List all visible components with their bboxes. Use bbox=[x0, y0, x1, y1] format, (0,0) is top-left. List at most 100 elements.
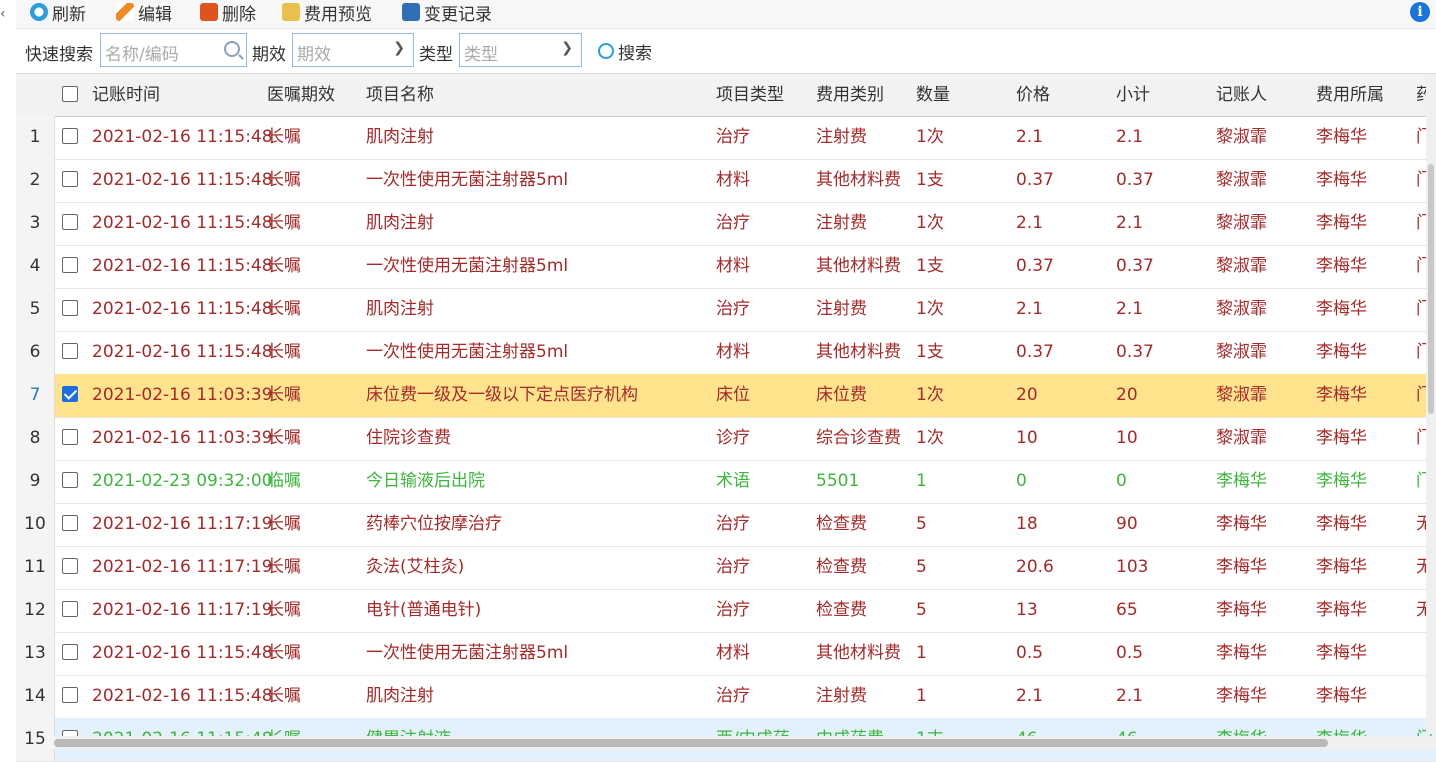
cell-time: 2021-02-16 11:15:48 bbox=[92, 686, 273, 706]
column-header[interactable]: 医嘱期效 bbox=[267, 74, 335, 116]
table-row[interactable]: 6 2021-02-16 11:15:48 长嘱 一次性使用无菌注射器5ml 材料 其他材… bbox=[16, 331, 1436, 375]
cell-price: 13 bbox=[1016, 600, 1038, 620]
select-all-checkbox[interactable] bbox=[62, 86, 78, 102]
table-row[interactable]: 9 2021-02-23 09:32:00 临嘱 今日输液后出院 术语 5501 1 0 0 李梅… bbox=[16, 460, 1436, 504]
row-checkbox[interactable] bbox=[62, 214, 78, 230]
column-header[interactable]: 数量 bbox=[916, 74, 950, 116]
cell-name: 灸法(艾柱灸) bbox=[366, 557, 465, 577]
cell-qty: 1 bbox=[916, 471, 927, 491]
row-number: 6 bbox=[16, 331, 55, 374]
edit-button[interactable]: 编辑 bbox=[116, 0, 172, 25]
column-header[interactable]: 记账人 bbox=[1216, 74, 1267, 116]
quick-search-input[interactable]: 名称/编码 bbox=[100, 33, 247, 67]
table-row[interactable]: 3 2021-02-16 11:15:48 长嘱 肌肉注射 治疗 注射费 1次 2.1 2.1 黎… bbox=[16, 202, 1436, 246]
row-checkbox[interactable] bbox=[62, 687, 78, 703]
row-number: 4 bbox=[16, 245, 55, 288]
table-row[interactable]: 14 2021-02-16 11:15:48 长嘱 肌肉注射 治疗 注射费 1 2.1 2.1 李… bbox=[16, 675, 1436, 719]
row-checkbox[interactable] bbox=[62, 343, 78, 359]
cell-price: 2.1 bbox=[1016, 213, 1044, 233]
column-header[interactable]: 记账时间 bbox=[92, 74, 160, 116]
row-checkbox[interactable] bbox=[62, 300, 78, 316]
cell-owner: 李梅华 bbox=[1316, 342, 1367, 362]
horizontal-scroll-thumb[interactable] bbox=[54, 739, 1328, 747]
info-icon[interactable]: i bbox=[1410, 2, 1430, 22]
vertical-scroll-thumb[interactable] bbox=[1428, 164, 1434, 414]
cell-fee: 其他材料费 bbox=[816, 643, 901, 663]
search-button[interactable]: 搜索 bbox=[598, 39, 652, 64]
column-header[interactable]: 项目类型 bbox=[716, 74, 784, 116]
cell-type: 治疗 bbox=[716, 127, 750, 147]
table-row[interactable]: 5 2021-02-16 11:15:48 长嘱 肌肉注射 治疗 注射费 1次 2.1 2.1 黎… bbox=[16, 288, 1436, 332]
cell-time: 2021-02-16 11:03:39 bbox=[92, 428, 273, 448]
left-collapse-strip[interactable]: ‹ bbox=[0, 0, 17, 749]
row-number: 1 bbox=[16, 116, 55, 159]
table-row[interactable]: 10 2021-02-16 11:17:19 长嘱 药棒穴位按摩治疗 治疗 检查费 5 18 9… bbox=[16, 503, 1436, 547]
row-checkbox[interactable] bbox=[62, 558, 78, 574]
cell-time: 2021-02-16 11:17:19 bbox=[92, 600, 273, 620]
cell-qty: 5 bbox=[916, 600, 927, 620]
refresh-button[interactable]: 刷新 bbox=[30, 0, 86, 25]
type-select[interactable]: 类型 ❯ bbox=[459, 33, 582, 67]
row-checkbox[interactable] bbox=[62, 128, 78, 144]
cell-fee: 检查费 bbox=[816, 600, 867, 620]
column-header[interactable]: 费用所属 bbox=[1316, 74, 1384, 116]
cell-name: 一次性使用无菌注射器5ml bbox=[366, 342, 569, 362]
row-checkbox[interactable] bbox=[62, 257, 78, 273]
column-header[interactable]: 费用类别 bbox=[816, 74, 884, 116]
fee-preview-button[interactable]: 费用预览 bbox=[282, 0, 372, 25]
delete-button[interactable]: 删除 bbox=[200, 0, 256, 25]
vertical-scrollbar[interactable] bbox=[1426, 74, 1436, 734]
cell-recorder: 李梅华 bbox=[1216, 514, 1267, 534]
cell-period: 长嘱 bbox=[267, 514, 301, 534]
cell-name: 今日输液后出院 bbox=[366, 471, 485, 491]
type-placeholder: 类型 bbox=[464, 45, 498, 65]
cell-subtotal: 2.1 bbox=[1116, 299, 1144, 319]
row-checkbox[interactable] bbox=[62, 644, 78, 660]
table-row[interactable]: 2 2021-02-16 11:15:48 长嘱 一次性使用无菌注射器5ml 材料 其他材… bbox=[16, 159, 1436, 203]
cell-owner: 李梅华 bbox=[1316, 557, 1367, 577]
cell-name: 电针(普通电针) bbox=[366, 600, 482, 620]
cell-fee: 综合诊查费 bbox=[816, 428, 901, 448]
row-number: 7 bbox=[16, 374, 55, 417]
cell-type: 材料 bbox=[716, 256, 750, 276]
table-row[interactable]: 7 2021-02-16 11:03:39 长嘱 床位费一级及一级以下定点医疗机构 床位… bbox=[16, 374, 1436, 418]
change-log-button[interactable]: 变更记录 bbox=[402, 0, 492, 25]
row-number: 10 bbox=[16, 503, 55, 546]
record-icon bbox=[402, 3, 420, 21]
column-header[interactable]: 小计 bbox=[1116, 74, 1150, 116]
table-row[interactable]: 8 2021-02-16 11:03:39 长嘱 住院诊查费 诊疗 综合诊查费 1次 10 10… bbox=[16, 417, 1436, 461]
cell-fee: 其他材料费 bbox=[816, 170, 901, 190]
quick-search-placeholder: 名称/编码 bbox=[105, 45, 179, 65]
cell-name: 药棒穴位按摩治疗 bbox=[366, 514, 502, 534]
cell-qty: 1次 bbox=[916, 428, 944, 448]
table-row[interactable]: 11 2021-02-16 11:17:19 长嘱 灸法(艾柱灸) 治疗 检查费 5 20.6… bbox=[16, 546, 1436, 590]
row-checkbox[interactable] bbox=[62, 429, 78, 445]
row-checkbox[interactable] bbox=[62, 515, 78, 531]
cell-name: 一次性使用无菌注射器5ml bbox=[366, 256, 569, 276]
row-checkbox[interactable] bbox=[62, 171, 78, 187]
row-checkbox[interactable] bbox=[62, 472, 78, 488]
table-row[interactable]: 4 2021-02-16 11:15:48 长嘱 一次性使用无菌注射器5ml 材料 其他材… bbox=[16, 245, 1436, 289]
period-select[interactable]: 期效 ❯ bbox=[292, 33, 414, 67]
cell-period: 长嘱 bbox=[267, 213, 301, 233]
row-number: 5 bbox=[16, 288, 55, 331]
column-header[interactable]: 项目名称 bbox=[366, 74, 434, 116]
row-checkbox[interactable] bbox=[62, 601, 78, 617]
horizontal-scrollbar[interactable] bbox=[54, 736, 1436, 749]
row-checkbox[interactable] bbox=[62, 386, 78, 402]
collapse-left-icon[interactable]: ‹ bbox=[0, 6, 12, 22]
cell-subtotal: 0.5 bbox=[1116, 643, 1144, 663]
column-header[interactable]: 价格 bbox=[1016, 74, 1050, 116]
cell-recorder: 黎淑霏 bbox=[1216, 213, 1267, 233]
type-label: 类型 bbox=[419, 45, 453, 65]
cell-period: 长嘱 bbox=[267, 428, 301, 448]
cell-period: 长嘱 bbox=[267, 342, 301, 362]
refresh-icon bbox=[30, 3, 48, 21]
fee-preview-label: 费用预览 bbox=[304, 4, 372, 25]
table-row[interactable]: 12 2021-02-16 11:17:19 长嘱 电针(普通电针) 治疗 检查费 5 13 6… bbox=[16, 589, 1436, 633]
table-row[interactable]: 1 2021-02-16 11:15:48 长嘱 肌肉注射 治疗 注射费 1次 2.1 2.1 黎… bbox=[16, 116, 1436, 160]
cell-subtotal: 10 bbox=[1116, 428, 1138, 448]
cell-recorder: 黎淑霏 bbox=[1216, 170, 1267, 190]
table-row[interactable]: 13 2021-02-16 11:15:48 长嘱 一次性使用无菌注射器5ml 材料 其他… bbox=[16, 632, 1436, 676]
cell-time: 2021-02-16 11:15:48 bbox=[92, 256, 273, 276]
